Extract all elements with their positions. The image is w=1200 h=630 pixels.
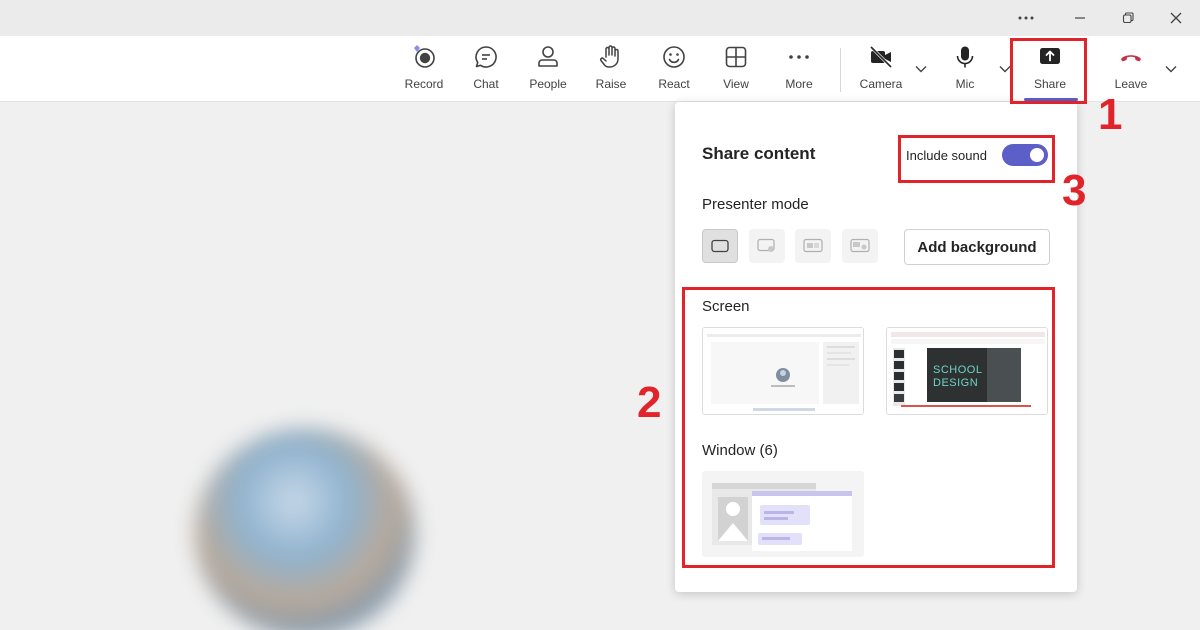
standout-icon bbox=[757, 238, 775, 252]
smiley-icon bbox=[663, 46, 685, 68]
annotation-box-include-sound bbox=[898, 135, 1055, 183]
more-icon bbox=[789, 55, 809, 59]
microphone-icon bbox=[956, 46, 974, 68]
annotation-box-share bbox=[1010, 38, 1087, 104]
raise-hand-icon bbox=[600, 45, 619, 68]
leave-button[interactable]: Leave bbox=[1101, 44, 1161, 96]
reporter-icon bbox=[850, 238, 870, 253]
chat-icon bbox=[475, 46, 497, 68]
presenter-mode-standout[interactable] bbox=[749, 229, 785, 263]
participant-avatar bbox=[195, 428, 415, 630]
annotation-number-1: 1 bbox=[1098, 90, 1123, 139]
title-bar bbox=[0, 0, 1200, 36]
hang-up-icon bbox=[1121, 55, 1141, 62]
camera-button[interactable]: Camera bbox=[851, 44, 911, 96]
share-content-title: Share content bbox=[702, 144, 816, 163]
presenter-mode-reporter[interactable] bbox=[842, 229, 878, 263]
minimize-icon[interactable] bbox=[1065, 6, 1095, 30]
more-options-icon[interactable] bbox=[1011, 6, 1041, 30]
presenter-mode-side-by-side[interactable] bbox=[795, 229, 831, 263]
close-icon[interactable] bbox=[1161, 6, 1191, 30]
camera-options-chevron-icon[interactable] bbox=[914, 62, 928, 76]
annotation-box-share-sources bbox=[682, 287, 1055, 568]
content-only-icon bbox=[711, 239, 729, 253]
more-button[interactable]: More bbox=[769, 44, 829, 96]
restore-icon[interactable] bbox=[1113, 6, 1143, 30]
view-button[interactable]: View bbox=[706, 44, 766, 96]
people-icon bbox=[538, 46, 558, 67]
presenter-mode-label: Presenter mode bbox=[702, 196, 809, 213]
mic-button[interactable]: Mic bbox=[935, 44, 995, 96]
side-by-side-icon bbox=[803, 238, 823, 253]
react-button[interactable]: React bbox=[644, 44, 704, 96]
chat-button[interactable]: Chat bbox=[456, 44, 516, 96]
toolbar-separator bbox=[840, 48, 841, 92]
record-icon bbox=[414, 45, 435, 68]
add-background-button[interactable]: Add background bbox=[904, 229, 1050, 265]
presenter-mode-content-only[interactable] bbox=[702, 229, 738, 263]
record-button[interactable]: Record bbox=[394, 44, 454, 96]
annotation-number-2: 2 bbox=[637, 378, 662, 427]
leave-options-chevron-icon[interactable] bbox=[1164, 62, 1178, 76]
grid-view-icon bbox=[725, 46, 747, 68]
raise-hand-button[interactable]: Raise bbox=[581, 44, 641, 96]
people-button[interactable]: People bbox=[518, 44, 578, 96]
annotation-number-3: 3 bbox=[1062, 166, 1087, 215]
camera-off-icon bbox=[869, 45, 893, 69]
